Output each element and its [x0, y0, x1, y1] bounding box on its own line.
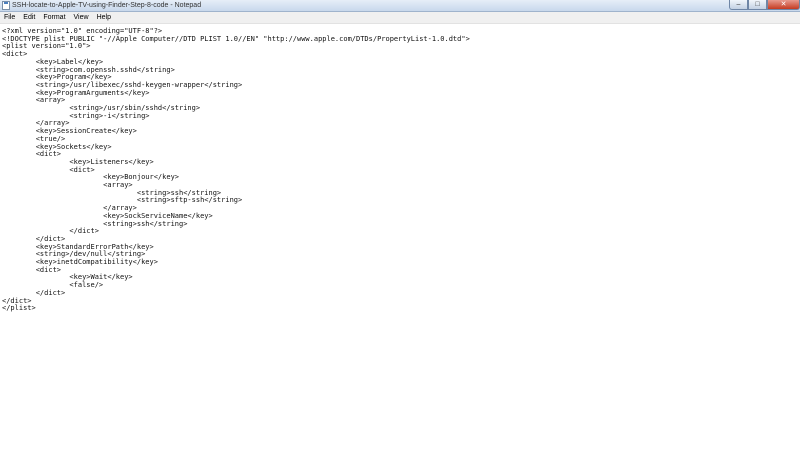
minimize-button[interactable]: –	[729, 0, 748, 10]
menu-view[interactable]: View	[70, 12, 93, 23]
menu-help[interactable]: Help	[93, 12, 115, 23]
minimize-icon: –	[736, 1, 741, 8]
menu-edit[interactable]: Edit	[19, 12, 39, 23]
menu-format[interactable]: Format	[39, 12, 69, 23]
menu-file[interactable]: File	[0, 12, 19, 23]
code-line: </plist>	[2, 304, 36, 313]
window-title: SSH-locate-to-Apple-TV-using-Finder-Step…	[12, 2, 202, 9]
maximize-icon: □	[755, 1, 760, 8]
text-editor-area[interactable]: <?xml version="1.0" encoding="UTF-8"?> <!…	[0, 24, 800, 450]
title-bar[interactable]: SSH-locate-to-Apple-TV-using-Finder-Step…	[0, 0, 800, 12]
menu-bar: File Edit Format View Help	[0, 12, 800, 24]
notepad-icon[interactable]	[2, 1, 10, 10]
close-button[interactable]: ✕	[767, 0, 800, 10]
maximize-button[interactable]: □	[748, 0, 767, 10]
notepad-window: SSH-locate-to-Apple-TV-using-Finder-Step…	[0, 0, 800, 450]
close-icon: ✕	[780, 1, 787, 8]
